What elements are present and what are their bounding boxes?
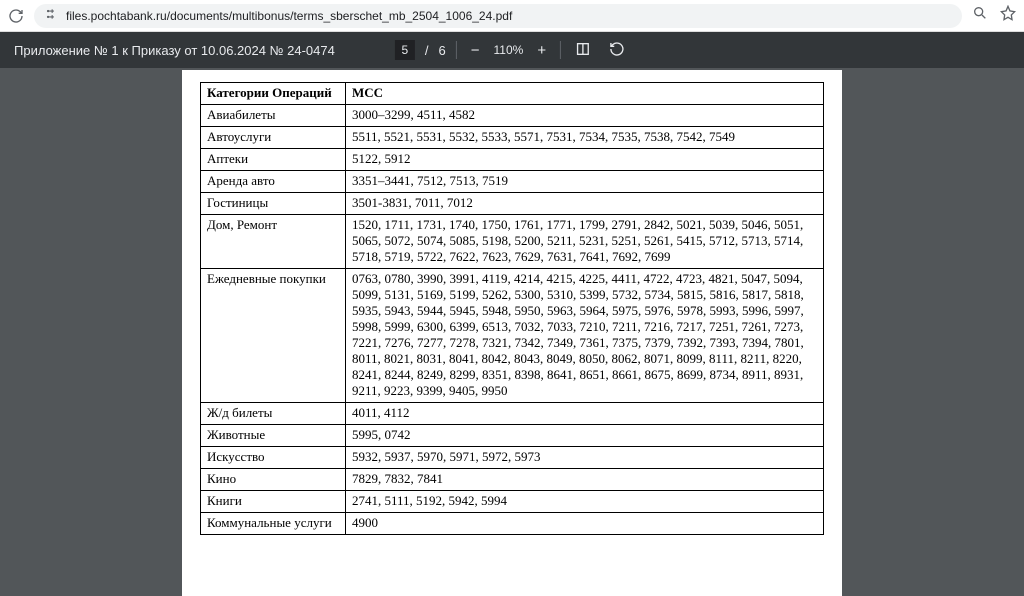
cell-mcc: 3000–3299, 4511, 4582 xyxy=(346,105,824,127)
cell-mcc: 2741, 5111, 5192, 5942, 5994 xyxy=(346,491,824,513)
cell-mcc: 5932, 5937, 5970, 5971, 5972, 5973 xyxy=(346,447,824,469)
page-number-input[interactable] xyxy=(395,40,415,60)
cell-mcc: 5511, 5521, 5531, 5532, 5533, 5571, 7531… xyxy=(346,127,824,149)
table-row: Ежедневные покупки0763, 0780, 3990, 3991… xyxy=(201,269,824,403)
mcc-table: Категории Операций МСС Авиабилеты3000–32… xyxy=(200,82,824,535)
cell-mcc: 5995, 0742 xyxy=(346,425,824,447)
cell-category: Гостиницы xyxy=(201,193,346,215)
table-row: Книги2741, 5111, 5192, 5942, 5994 xyxy=(201,491,824,513)
table-row: Дом, Ремонт1520, 1711, 1731, 1740, 1750,… xyxy=(201,215,824,269)
reload-icon[interactable] xyxy=(8,8,24,24)
pdf-stage[interactable]: Категории Операций МСС Авиабилеты3000–32… xyxy=(0,68,1024,596)
browser-right-icons xyxy=(972,5,1016,26)
cell-category: Дом, Ремонт xyxy=(201,215,346,269)
table-row: Аренда авто3351–3441, 7512, 7513, 7519 xyxy=(201,171,824,193)
toolbar-divider xyxy=(456,41,457,59)
cell-category: Аптеки xyxy=(201,149,346,171)
star-icon[interactable] xyxy=(1000,5,1016,26)
browser-chrome: files.pochtabank.ru/documents/multibonus… xyxy=(0,0,1024,32)
pdf-title: Приложение № 1 к Приказу от 10.06.2024 №… xyxy=(14,43,335,58)
col-header-category: Категории Операций xyxy=(201,83,346,105)
zoom-out-button[interactable]: − xyxy=(467,41,484,60)
cell-category: Аренда авто xyxy=(201,171,346,193)
table-row: Коммунальные услуги4900 xyxy=(201,513,824,535)
cell-mcc: 1520, 1711, 1731, 1740, 1750, 1761, 1771… xyxy=(346,215,824,269)
cell-mcc: 7829, 7832, 7841 xyxy=(346,469,824,491)
site-info-icon[interactable] xyxy=(44,7,58,24)
table-row: Аптеки5122, 5912 xyxy=(201,149,824,171)
zoom-level: 110% xyxy=(494,43,524,57)
cell-category: Автоуслуги xyxy=(201,127,346,149)
zoom-in-button[interactable]: + xyxy=(533,41,550,60)
pdf-toolbar: Приложение № 1 к Приказу от 10.06.2024 №… xyxy=(0,32,1024,68)
rotate-icon[interactable] xyxy=(605,39,629,62)
col-header-mcc: МСС xyxy=(346,83,824,105)
cell-mcc: 5122, 5912 xyxy=(346,149,824,171)
cell-category: Ежедневные покупки xyxy=(201,269,346,403)
cell-mcc: 4900 xyxy=(346,513,824,535)
table-row: Гостиницы3501-3831, 7011, 7012 xyxy=(201,193,824,215)
address-bar[interactable]: files.pochtabank.ru/documents/multibonus… xyxy=(34,4,962,28)
cell-category: Авиабилеты xyxy=(201,105,346,127)
cell-category: Животные xyxy=(201,425,346,447)
cell-mcc: 0763, 0780, 3990, 3991, 4119, 4214, 4215… xyxy=(346,269,824,403)
table-row: Ж/д билеты4011, 4112 xyxy=(201,403,824,425)
cell-category: Коммунальные услуги xyxy=(201,513,346,535)
zoom-icon[interactable] xyxy=(972,5,988,26)
cell-category: Книги xyxy=(201,491,346,513)
table-row: Авиабилеты3000–3299, 4511, 4582 xyxy=(201,105,824,127)
cell-mcc: 3351–3441, 7512, 7513, 7519 xyxy=(346,171,824,193)
table-head-row: Категории Операций МСС xyxy=(201,83,824,105)
cell-mcc: 4011, 4112 xyxy=(346,403,824,425)
cell-category: Ж/д билеты xyxy=(201,403,346,425)
url-text: files.pochtabank.ru/documents/multibonus… xyxy=(66,9,512,23)
pdf-page: Категории Операций МСС Авиабилеты3000–32… xyxy=(182,70,842,596)
nav-buttons xyxy=(8,8,24,24)
table-row: Животные5995, 0742 xyxy=(201,425,824,447)
cell-category: Искусство xyxy=(201,447,346,469)
pdf-toolbar-center: / 6 − 110% + xyxy=(395,39,629,62)
table-row: Автоуслуги5511, 5521, 5531, 5532, 5533, … xyxy=(201,127,824,149)
fit-page-icon[interactable] xyxy=(571,39,595,62)
page-count: 6 xyxy=(439,43,446,58)
toolbar-divider xyxy=(560,41,561,59)
table-row: Искусство5932, 5937, 5970, 5971, 5972, 5… xyxy=(201,447,824,469)
cell-category: Кино xyxy=(201,469,346,491)
table-row: Кино7829, 7832, 7841 xyxy=(201,469,824,491)
cell-mcc: 3501-3831, 7011, 7012 xyxy=(346,193,824,215)
page-separator: / xyxy=(425,43,429,58)
